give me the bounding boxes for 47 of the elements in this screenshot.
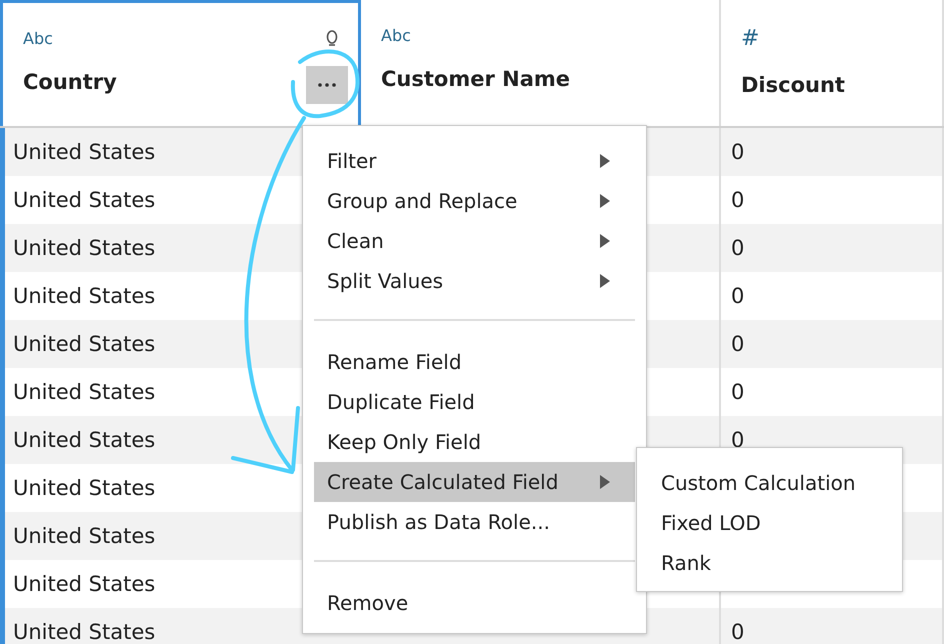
table-cell: United States	[13, 572, 156, 596]
oval-icon	[326, 29, 338, 47]
table-cell: 0	[731, 284, 744, 308]
table-cell: 0	[731, 620, 744, 644]
menu-item[interactable]: Duplicate Field	[314, 382, 635, 422]
submenu-arrow-icon	[600, 154, 610, 168]
table-cell: United States	[13, 620, 156, 644]
submenu-arrow-icon	[600, 194, 610, 208]
menu-item[interactable]: Publish as Data Role...	[314, 502, 635, 542]
menu-item[interactable]: Custom Calculation	[661, 463, 902, 503]
menu-item[interactable]: Rank	[661, 543, 902, 583]
table-cell: United States	[13, 428, 156, 452]
table-cell: United States	[13, 140, 156, 164]
type-label: Abc	[381, 26, 411, 45]
submenu-arrow-icon	[600, 274, 610, 288]
table-cell: United States	[13, 236, 156, 260]
table-cell: United States	[13, 284, 156, 308]
type-label: #	[741, 26, 760, 51]
table-cell: 0	[731, 236, 744, 260]
table-cell: 0	[731, 188, 744, 212]
table-cell: United States	[13, 524, 156, 548]
column-name: Country	[23, 70, 117, 94]
menu-item[interactable]: Create Calculated Field	[314, 462, 635, 502]
submenu-arrow-icon	[600, 234, 610, 248]
table-cell: 0	[731, 428, 744, 452]
submenu-arrow-icon	[600, 475, 610, 489]
type-label: Abc	[23, 29, 53, 48]
menu-item[interactable]: Keep Only Field	[314, 422, 635, 462]
table-cell: 0	[731, 380, 744, 404]
menu-item[interactable]: Split Values	[314, 261, 635, 301]
table-cell: United States	[13, 380, 156, 404]
menu-item[interactable]: Rename Field	[314, 342, 635, 382]
menu-item[interactable]: Filter	[314, 141, 635, 181]
table-cell: United States	[13, 476, 156, 500]
table-cell: United States	[13, 188, 156, 212]
menu-item[interactable]: Clean	[314, 221, 635, 261]
menu-item[interactable]: Fixed LOD	[661, 503, 902, 543]
table-cell: 0	[731, 140, 744, 164]
column-name: Customer Name	[381, 67, 570, 91]
menu-item[interactable]: Remove	[314, 583, 635, 623]
more-button[interactable]	[306, 66, 348, 104]
menu-item[interactable]: Group and Replace	[314, 181, 635, 221]
more-icon	[317, 83, 337, 87]
table-cell: 0	[731, 332, 744, 356]
table-cell: United States	[13, 332, 156, 356]
column-name: Discount	[741, 73, 845, 97]
column-header[interactable]: # Discount	[721, 0, 944, 126]
